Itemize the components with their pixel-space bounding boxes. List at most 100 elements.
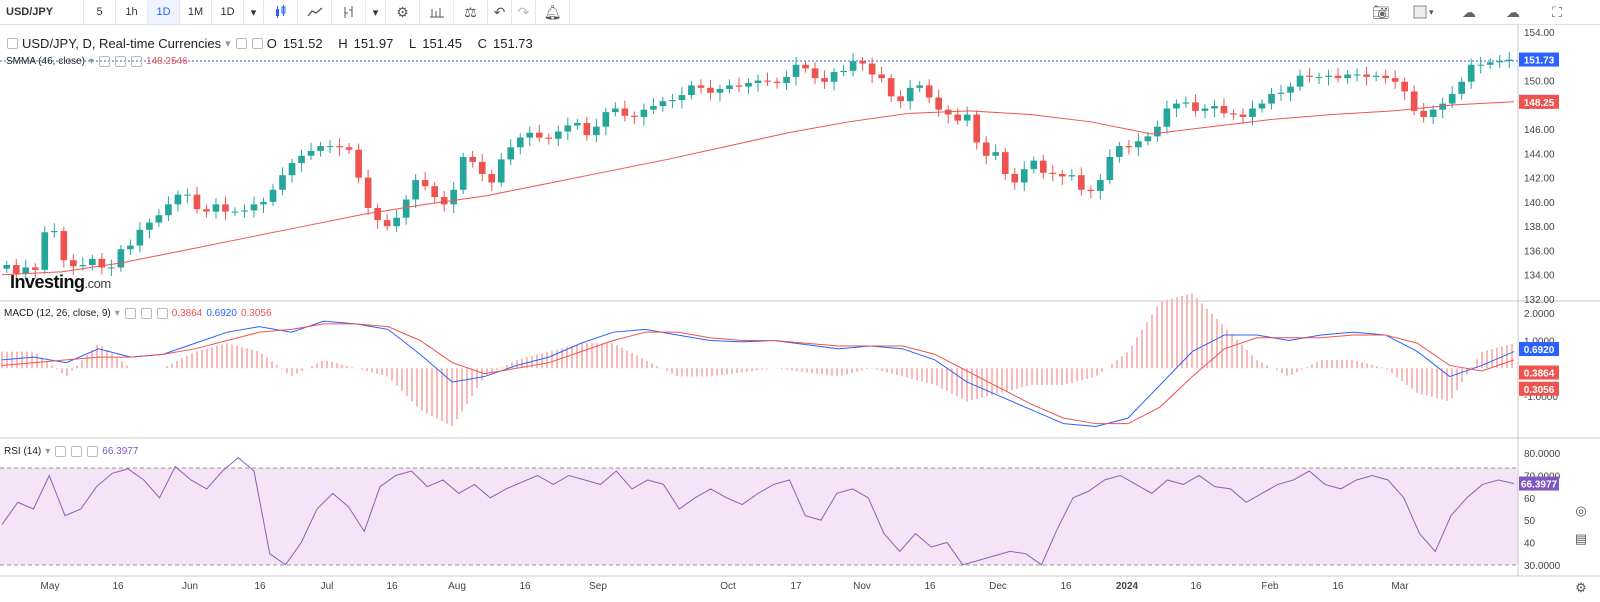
x-tick-label: 16 bbox=[1332, 581, 1344, 592]
candle-body bbox=[307, 150, 315, 156]
candles-icon[interactable] bbox=[264, 0, 298, 24]
candle-body bbox=[374, 207, 381, 221]
candle-body bbox=[1420, 110, 1427, 117]
interval-1h[interactable]: 1h bbox=[116, 0, 148, 24]
close-icon[interactable] bbox=[87, 446, 99, 457]
alert-icon[interactable]: 🔔︎ bbox=[536, 0, 570, 24]
candle-body bbox=[1039, 160, 1047, 173]
candle-body bbox=[1211, 106, 1218, 109]
candle-body bbox=[640, 109, 648, 117]
line-chart-icon[interactable] bbox=[298, 0, 332, 24]
macd-hist-badge-label: 0.3864 bbox=[1524, 369, 1555, 380]
candle-body bbox=[317, 146, 324, 151]
price-tick-label: 132.00 bbox=[1524, 295, 1555, 306]
chevron-down-icon[interactable]: ▾ bbox=[45, 446, 50, 457]
x-tick-label: 16 bbox=[112, 581, 124, 592]
notes-icon[interactable]: ▤ bbox=[1570, 528, 1592, 550]
rsi-tick-label: 80.0000 bbox=[1524, 449, 1561, 460]
gear-icon[interactable] bbox=[71, 446, 83, 457]
camera-icon[interactable]: 📷︎ bbox=[1364, 0, 1398, 24]
candle-body bbox=[954, 114, 962, 121]
eye-icon[interactable] bbox=[235, 38, 247, 49]
candle-body bbox=[279, 175, 286, 190]
candle-body bbox=[1315, 76, 1323, 78]
settings-icon[interactable]: ⚙ bbox=[386, 0, 420, 24]
interval-1d[interactable]: 1D bbox=[148, 0, 180, 24]
compare-icon[interactable]: ⚖ bbox=[454, 0, 488, 24]
candle-body bbox=[859, 61, 866, 64]
rsi-value: 66.3977 bbox=[102, 446, 139, 457]
chevron-down-icon[interactable]: ▾ bbox=[244, 0, 264, 24]
smma-legend: SMMA (46, close) ▾ 148.2546 bbox=[6, 56, 188, 67]
candle-body bbox=[298, 155, 305, 164]
macd-hist-value: 0.3864 bbox=[171, 308, 203, 319]
candle-body bbox=[1448, 93, 1456, 104]
candle-body bbox=[878, 74, 885, 79]
hide-icon[interactable]: ◎ bbox=[1570, 500, 1592, 522]
candle-body bbox=[1173, 103, 1180, 109]
gear-icon[interactable] bbox=[140, 308, 152, 319]
macd-value: 0.6920 bbox=[206, 308, 237, 319]
candle-body bbox=[450, 189, 458, 205]
chevron-down-icon[interactable]: ▾ bbox=[115, 308, 120, 319]
candle-body bbox=[459, 157, 467, 190]
candle-body bbox=[612, 108, 619, 113]
rsi-legend: RSI (14) ▾ 66.3977 bbox=[4, 446, 138, 457]
interval-dropdown[interactable]: 1D bbox=[212, 0, 244, 24]
candle-body bbox=[1477, 64, 1485, 66]
candle-body bbox=[1116, 146, 1123, 158]
layout-icon[interactable]: ▾ bbox=[1404, 0, 1444, 24]
ohlc-values: O 151.52 H 151.97 L 151.45 C 151.73 bbox=[266, 36, 533, 51]
candle-body bbox=[3, 265, 11, 269]
candle-body bbox=[421, 180, 429, 187]
price-tick-label: 146.00 bbox=[1524, 125, 1555, 136]
close-icon[interactable] bbox=[156, 308, 168, 319]
candle-body bbox=[1125, 146, 1133, 148]
smma-value: 148.2546 bbox=[145, 56, 188, 67]
candle-body bbox=[1163, 108, 1171, 127]
candle-body bbox=[222, 204, 229, 212]
eye-icon[interactable] bbox=[55, 446, 67, 457]
candle-body bbox=[488, 173, 496, 183]
undo-icon[interactable]: ↶ bbox=[488, 0, 512, 24]
candle-body bbox=[60, 231, 68, 261]
candle-body bbox=[1505, 59, 1513, 62]
dropdown-icon[interactable]: ▾ bbox=[366, 0, 386, 24]
indicators-icon[interactable] bbox=[332, 0, 366, 24]
eye-icon[interactable] bbox=[124, 308, 136, 319]
candle-body bbox=[982, 142, 990, 156]
cloud-icon[interactable]: ☁ bbox=[1452, 0, 1486, 24]
collapse-icon[interactable] bbox=[7, 38, 18, 49]
gear-icon[interactable] bbox=[114, 56, 126, 67]
cloud-upload-icon[interactable]: ☁ bbox=[1496, 0, 1530, 24]
candle-body bbox=[136, 229, 144, 246]
interval-1m[interactable]: 1M bbox=[180, 0, 212, 24]
chevron-down-icon[interactable]: ▾ bbox=[89, 56, 94, 67]
price-tick-label: 144.00 bbox=[1524, 149, 1555, 160]
candle-body bbox=[935, 97, 943, 110]
candle-body bbox=[1382, 75, 1389, 79]
fullscreen-icon[interactable]: ⛶ bbox=[1540, 0, 1574, 24]
x-tick-label: 16 bbox=[924, 581, 936, 592]
x-tick-label: 16 bbox=[519, 581, 531, 592]
candle-body bbox=[440, 197, 448, 205]
bar-chart-icon[interactable] bbox=[420, 0, 454, 24]
settings-icon[interactable]: ⚙ bbox=[1570, 577, 1592, 599]
eye-icon[interactable] bbox=[98, 56, 110, 67]
candle-body bbox=[1429, 109, 1437, 117]
symbol-search[interactable]: USD/JPY bbox=[0, 0, 84, 24]
candle-body bbox=[650, 106, 657, 110]
x-tick-label: Jul bbox=[321, 581, 334, 592]
candle-body bbox=[212, 204, 220, 212]
open-value: 151.52 bbox=[282, 36, 323, 51]
candle-body bbox=[364, 177, 372, 208]
close-icon[interactable] bbox=[130, 56, 142, 67]
candle-body bbox=[621, 108, 629, 116]
candle-body bbox=[697, 85, 705, 88]
candle-body bbox=[1201, 108, 1209, 111]
gear-icon[interactable] bbox=[251, 38, 263, 49]
chevron-down-icon[interactable]: ▾ bbox=[225, 37, 231, 50]
candle-body bbox=[593, 126, 600, 136]
interval-5[interactable]: 5 bbox=[84, 0, 116, 24]
redo-icon[interactable]: ↷ bbox=[512, 0, 536, 24]
